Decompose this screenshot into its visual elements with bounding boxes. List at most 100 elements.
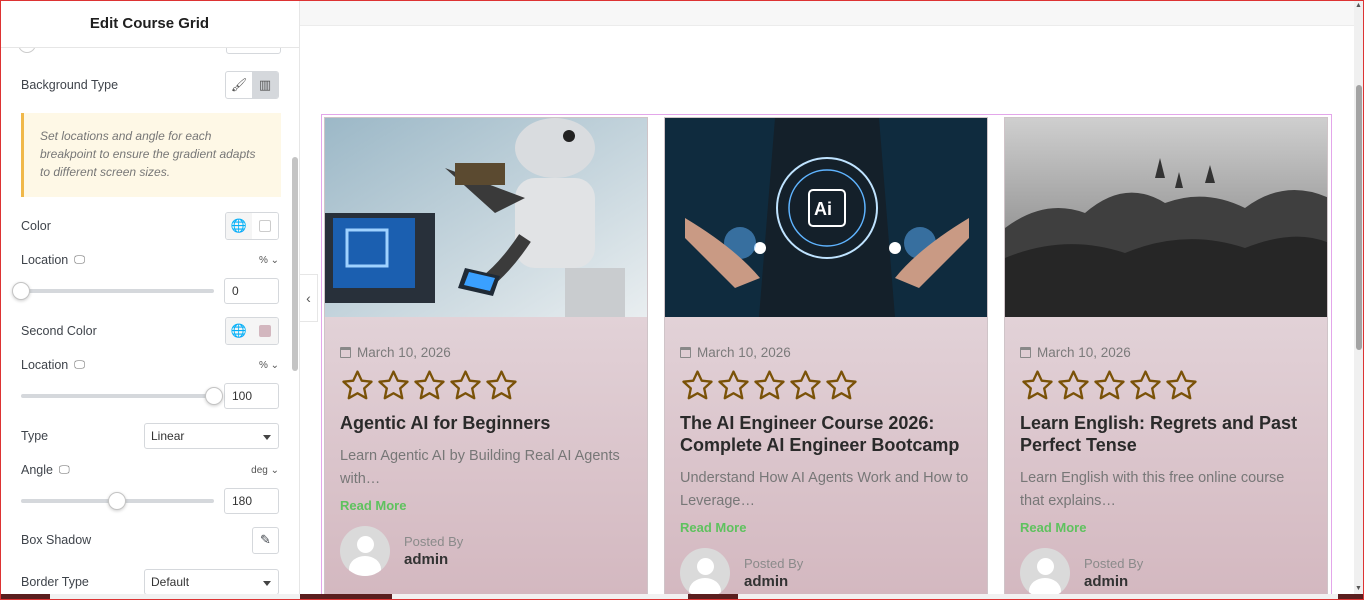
course-title[interactable]: Learn English: Regrets and Past Perfect … [1020, 412, 1312, 456]
star-icon [378, 370, 409, 400]
pencil-icon[interactable]: ✎ [252, 526, 279, 554]
star-rating [340, 368, 632, 404]
collapse-panel-button[interactable]: ‹ [300, 274, 318, 322]
panel-scrollbar[interactable] [292, 157, 298, 371]
location2-control: Location 🖵 % ⌄ 100 [21, 351, 279, 411]
location2-slider-knob[interactable] [205, 387, 223, 405]
star-icon [1094, 370, 1125, 400]
calendar-icon [680, 347, 691, 358]
type-control: Type Linear [21, 422, 279, 450]
location-unit-select[interactable]: % ⌄ [259, 255, 279, 266]
course-grid[interactable]: March 10, 2026 Agentic AI for Beginners … [321, 114, 1332, 600]
author-block: Posted By admin [1020, 548, 1312, 598]
color-control: Color 🌐 [21, 212, 279, 240]
background-type-control: Background Type 🖌 ▥ [21, 71, 279, 99]
author-name[interactable]: admin [1084, 573, 1143, 590]
border-type-control: Border Type Default [21, 568, 279, 596]
course-image-ai[interactable]: Ai [665, 118, 987, 317]
location2-input[interactable]: 100 [224, 383, 279, 409]
course-excerpt: Learn English with this free online cour… [1020, 470, 1285, 509]
author-name[interactable]: admin [404, 551, 463, 568]
course-date: March 10, 2026 [1020, 345, 1312, 360]
star-icon [486, 370, 517, 400]
author-name[interactable]: admin [744, 573, 803, 590]
scrollbar-thumb[interactable] [1356, 85, 1362, 350]
background-type-toggle: 🖌 ▥ [225, 71, 279, 99]
course-date: March 10, 2026 [680, 345, 972, 360]
globe-icon[interactable]: 🌐 [226, 318, 252, 344]
calendar-icon [1020, 347, 1031, 358]
second-color-picker[interactable] [252, 318, 278, 344]
star-rating [1020, 368, 1312, 404]
second-color-control: Second Color 🌐 [21, 317, 279, 345]
scroll-up-icon[interactable]: ▲ [1355, 2, 1362, 9]
star-rating [680, 368, 972, 404]
author-block: Posted By admin [340, 526, 632, 576]
location-control: Location 🖵 % ⌄ 0 [12, 246, 279, 306]
location-slider[interactable] [12, 282, 214, 300]
angle-unit-select[interactable]: deg ⌄ [251, 465, 279, 476]
avatar [680, 548, 730, 598]
gradient-notice: Set locations and angle for each breakpo… [21, 113, 281, 197]
scroll-down-icon[interactable]: ▼ [1355, 585, 1362, 592]
color-label: Color [21, 219, 51, 233]
star-icon [1058, 370, 1089, 400]
angle-input[interactable]: 180 [224, 488, 279, 514]
preview-top-band [300, 0, 1354, 26]
star-icon [1022, 370, 1053, 400]
second-color-swatch: 🌐 [225, 317, 279, 345]
course-title[interactable]: Agentic AI for Beginners [340, 412, 632, 434]
read-more-link[interactable]: Read More [340, 498, 632, 513]
gradient-icon[interactable]: ▥ [252, 72, 278, 98]
location2-unit-select[interactable]: % ⌄ [259, 360, 279, 371]
star-icon [450, 370, 481, 400]
location2-slider[interactable] [21, 387, 223, 405]
location-input[interactable]: 0 [224, 278, 279, 304]
star-icon [682, 370, 713, 400]
color-picker[interactable] [252, 213, 278, 239]
desktop-icon[interactable]: 🖵 [59, 464, 70, 477]
star-icon [1130, 370, 1161, 400]
angle-control: Angle 🖵 deg ⌄ 180 [21, 456, 279, 516]
course-image-robot[interactable] [325, 118, 647, 317]
course-card[interactable]: March 10, 2026 Agentic AI for Beginners … [324, 117, 648, 600]
panel-title: Edit Course Grid [0, 0, 299, 48]
editor-panel: Edit Course Grid Background Type 🖌 ▥ Set… [0, 0, 300, 600]
desktop-icon[interactable]: 🖵 [74, 359, 85, 372]
border-type-label: Border Type [21, 575, 89, 589]
brush-icon[interactable]: 🖌 [226, 72, 252, 98]
angle-slider-knob[interactable] [108, 492, 126, 510]
course-card[interactable]: March 10, 2026 Learn English: Regrets an… [1004, 117, 1328, 600]
globe-icon[interactable]: 🌐 [226, 213, 252, 239]
star-icon [342, 370, 373, 400]
course-title[interactable]: The AI Engineer Course 2026: Complete AI… [680, 412, 972, 456]
type-label: Type [21, 429, 49, 443]
star-icon [414, 370, 445, 400]
preview-canvas: March 10, 2026 Agentic AI for Beginners … [300, 0, 1364, 600]
star-icon [718, 370, 749, 400]
location-label: Location [21, 252, 69, 267]
read-more-link[interactable]: Read More [680, 520, 972, 535]
course-card[interactable]: Ai March 10, 2026 The AI Engineer Course… [664, 117, 988, 600]
border-type-select[interactable]: Default [144, 569, 279, 595]
desktop-icon[interactable]: 🖵 [74, 254, 85, 267]
star-icon [790, 370, 821, 400]
course-image-forest[interactable] [1005, 118, 1327, 317]
star-icon [826, 370, 857, 400]
bottom-bar [0, 594, 1364, 600]
preview-scrollbar[interactable]: ▲ ▼ [1354, 0, 1364, 594]
star-icon [754, 370, 785, 400]
posted-by-label: Posted By [744, 556, 804, 571]
box-shadow-label: Box Shadow [21, 533, 92, 547]
read-more-link[interactable]: Read More [1020, 520, 1312, 535]
star-icon [1166, 370, 1197, 400]
color-swatch: 🌐 [225, 212, 279, 240]
angle-slider[interactable] [21, 492, 214, 510]
posted-by-label: Posted By [1084, 556, 1144, 571]
avatar [1020, 548, 1070, 598]
type-select[interactable]: Linear [144, 423, 279, 449]
location-slider-knob[interactable] [12, 282, 30, 300]
course-excerpt: Learn Agentic AI by Building Real AI Age… [340, 448, 620, 487]
course-date: March 10, 2026 [340, 345, 632, 360]
posted-by-label: Posted By [404, 534, 464, 549]
